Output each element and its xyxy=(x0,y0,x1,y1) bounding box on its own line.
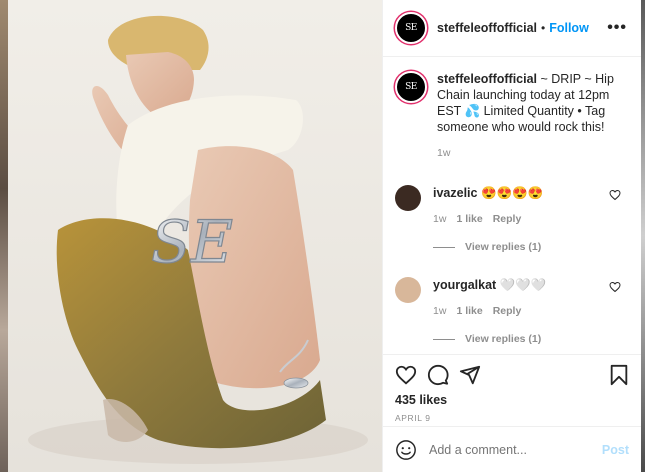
post-actions: 435 likes APRIL 9 xyxy=(383,354,641,426)
comment-like-heart-icon[interactable] xyxy=(609,281,621,293)
share-paper-plane-icon[interactable] xyxy=(459,364,481,386)
view-replies-line xyxy=(433,338,455,340)
comment-bubble-icon[interactable] xyxy=(427,364,449,386)
background-feed-right xyxy=(641,0,645,472)
commenter-username[interactable]: ivazelic xyxy=(433,186,477,200)
header-dot-separator: • xyxy=(541,21,546,35)
view-replies-label[interactable]: View replies (1) xyxy=(465,241,541,253)
comment-likes[interactable]: 1 like xyxy=(456,211,482,227)
comment-body: yourgalkat 🤍🤍🤍 1w 1 like Reply xyxy=(433,277,546,319)
comment-time: 1w xyxy=(433,305,447,317)
commenter-avatar[interactable] xyxy=(395,277,421,303)
comment-text: 😍😍😍😍 xyxy=(480,186,544,200)
view-replies-label[interactable]: View replies (1) xyxy=(465,333,541,345)
comment-text: 🤍🤍🤍 xyxy=(499,278,547,292)
comment-meta: 1w 1 like Reply xyxy=(433,211,543,227)
author-avatar[interactable]: SE xyxy=(395,12,427,44)
comment-item: ivazelic 😍😍😍😍 1w 1 like Reply xyxy=(395,185,629,227)
comment-reply-button[interactable]: Reply xyxy=(493,303,522,319)
post-side-panel: SE steffeleoffofficial • Follow ••• SE s… xyxy=(382,0,641,472)
add-comment-bar: Post xyxy=(383,426,641,472)
post-photo-illustration: SE xyxy=(8,0,382,472)
comment-input[interactable] xyxy=(429,442,602,457)
action-icon-row xyxy=(395,363,629,387)
view-replies-button[interactable]: View replies (1) xyxy=(433,241,629,253)
caption-time: 1w xyxy=(437,147,451,159)
commenter-username[interactable]: yourgalkat xyxy=(433,278,496,292)
save-bookmark-icon[interactable] xyxy=(609,364,629,386)
comment-reply-button[interactable]: Reply xyxy=(493,211,522,227)
like-heart-icon[interactable] xyxy=(395,364,417,386)
post-date[interactable]: APRIL 9 xyxy=(395,413,629,423)
follow-button[interactable]: Follow xyxy=(549,21,589,35)
comment-item: yourgalkat 🤍🤍🤍 1w 1 like Reply xyxy=(395,277,629,319)
commenter-avatar[interactable] xyxy=(395,185,421,211)
more-options-icon[interactable]: ••• xyxy=(607,19,627,37)
background-feed-left xyxy=(0,0,8,472)
post-modal: SE SE steffeleoffofficial • Follow ••• S… xyxy=(8,0,641,472)
view-replies-line xyxy=(433,246,455,248)
comment-body: ivazelic 😍😍😍😍 1w 1 like Reply xyxy=(433,185,543,227)
caption-avatar[interactable]: SE xyxy=(395,71,427,103)
view-replies-button[interactable]: View replies (1) xyxy=(433,333,629,345)
post-header: SE steffeleoffofficial • Follow ••• xyxy=(383,0,641,57)
comment-likes[interactable]: 1 like xyxy=(456,303,482,319)
comments-list[interactable]: SE steffeleoffofficial ~ DRIP ~ Hip Chai… xyxy=(383,57,641,354)
caption-username[interactable]: steffeleoffofficial xyxy=(437,72,537,86)
comment-meta: 1w 1 like Reply xyxy=(433,303,546,319)
post-caption: SE steffeleoffofficial ~ DRIP ~ Hip Chai… xyxy=(395,71,629,161)
caption-body: steffeleoffofficial ~ DRIP ~ Hip Chain l… xyxy=(437,71,622,161)
post-comment-button[interactable]: Post xyxy=(602,443,629,457)
comment-time: 1w xyxy=(433,213,447,225)
post-photo[interactable]: SE xyxy=(8,0,382,472)
emoji-smiley-icon[interactable] xyxy=(395,439,417,461)
chrome-logo-text: SE xyxy=(151,208,233,276)
comment-like-heart-icon[interactable] xyxy=(609,189,621,201)
author-username[interactable]: steffeleoffofficial xyxy=(437,21,537,35)
likes-count[interactable]: 435 likes xyxy=(395,393,629,407)
